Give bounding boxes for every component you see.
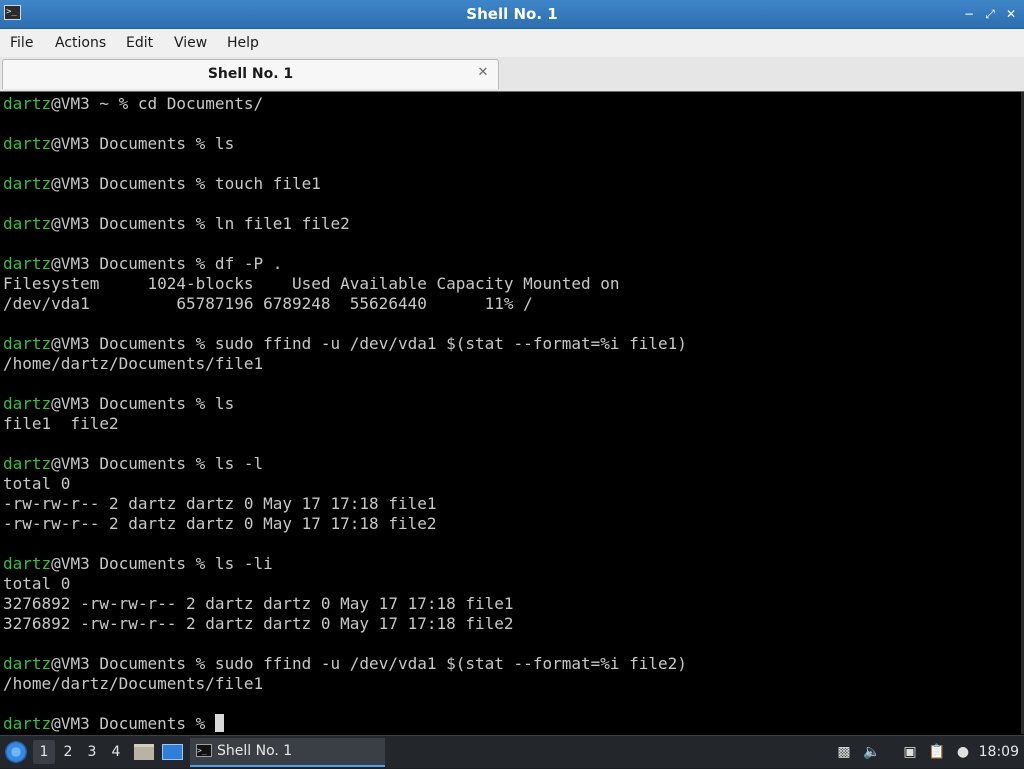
- workspace-3[interactable]: 3: [81, 740, 103, 764]
- prompt-line: dartz@VM3 Documents % sudo ffind -u /dev…: [3, 654, 687, 674]
- prompt-line: dartz@VM3 Documents % touch file1: [3, 174, 687, 194]
- prompt-username: dartz: [3, 554, 52, 573]
- tab-label: Shell No. 1: [207, 66, 294, 82]
- prompt-username: dartz: [3, 454, 52, 473]
- notification-icon[interactable]: ●: [954, 743, 972, 761]
- output-line: /dev/vda1 65787196 6789248 55626440 11% …: [3, 294, 533, 313]
- minimize-icon[interactable]: −: [961, 6, 977, 22]
- prompt-username: dartz: [3, 654, 52, 673]
- network-icon[interactable]: ▣: [901, 743, 919, 761]
- menu-edit[interactable]: Edit: [126, 29, 153, 57]
- terminal-icon: >_: [196, 744, 212, 757]
- workspace-2[interactable]: 2: [57, 740, 79, 764]
- menu-view[interactable]: View: [174, 29, 207, 57]
- tab-shell-1[interactable]: Shell No. 1 ✕: [2, 59, 499, 89]
- prompt-username: dartz: [3, 254, 52, 273]
- command-text: @VM3 Documents %: [51, 714, 215, 733]
- workspace-1[interactable]: 1: [33, 740, 55, 764]
- command-text: @VM3 Documents % ls -l: [51, 454, 264, 473]
- command-text: @VM3 Documents % touch file1: [51, 174, 321, 193]
- task-shell-1[interactable]: >_ Shell No. 1: [190, 738, 385, 767]
- window-title: Shell No. 1: [466, 5, 558, 23]
- output-line: total 0: [3, 474, 71, 493]
- prompt-line: dartz@VM3 Documents % df -P .: [3, 254, 687, 274]
- volume-icon[interactable]: 🔈: [863, 743, 881, 761]
- tab-close-icon[interactable]: ✕: [476, 66, 490, 80]
- prompt-line: dartz@VM3 Documents % ls -li: [3, 554, 687, 574]
- command-text: @VM3 Documents % df -P .: [51, 254, 283, 273]
- prompt-username: dartz: [3, 714, 52, 733]
- show-desktop-icon[interactable]: [162, 744, 183, 760]
- prompt-line: dartz@VM3 Documents %: [3, 714, 687, 734]
- menu-actions[interactable]: Actions: [55, 29, 106, 57]
- prompt-line: dartz@VM3 Documents % ls: [3, 134, 687, 154]
- file-manager-icon[interactable]: [134, 744, 154, 760]
- prompt-line: dartz@VM3 Documents % ls: [3, 394, 687, 414]
- terminal-window: >_ Shell No. 1 − ⤢ ✕ File Actions Edit V…: [0, 0, 1024, 735]
- command-text: @VM3 Documents % ln file1 file2: [51, 214, 350, 233]
- prompt-line: dartz@VM3 Documents % ln file1 file2: [3, 214, 687, 234]
- command-text: @VM3 Documents % ls: [51, 134, 235, 153]
- output-line: 3276892 -rw-rw-r-- 2 dartz dartz 0 May 1…: [3, 594, 514, 613]
- clock[interactable]: 18:09: [979, 736, 1019, 769]
- terminal-text: dartz@VM3 ~ % cd Documents/dartz@VM3 Doc…: [3, 94, 687, 734]
- output-line: /home/dartz/Documents/file1: [3, 674, 264, 693]
- output-line: /home/dartz/Documents/file1: [3, 354, 264, 373]
- command-text: @VM3 ~ % cd Documents/: [51, 94, 264, 113]
- taskbar: 1 2 3 4 >_ Shell No. 1 ▩ 🔈 ▣ 📋 ● 18:09: [0, 735, 1024, 768]
- terminal-cursor: [214, 714, 224, 732]
- prompt-username: dartz: [3, 134, 52, 153]
- command-text: @VM3 Documents % sudo ffind -u /dev/vda1…: [51, 334, 687, 353]
- tab-bar: Shell No. 1 ✕: [0, 57, 1024, 91]
- output-line: Filesystem 1024-blocks Used Available Ca…: [3, 274, 620, 293]
- menu-bar: File Actions Edit View Help: [0, 29, 1024, 57]
- workspace-4[interactable]: 4: [105, 740, 127, 764]
- title-bar[interactable]: >_ Shell No. 1 − ⤢ ✕: [0, 0, 1024, 29]
- prompt-username: dartz: [3, 394, 52, 413]
- output-line: 3276892 -rw-rw-r-- 2 dartz dartz 0 May 1…: [3, 614, 514, 633]
- menu-file[interactable]: File: [10, 29, 33, 57]
- output-line: -rw-rw-r-- 2 dartz dartz 0 May 17 17:18 …: [3, 494, 437, 513]
- command-text: @VM3 Documents % sudo ffind -u /dev/vda1…: [51, 654, 687, 673]
- prompt-line: dartz@VM3 ~ % cd Documents/: [3, 94, 687, 114]
- terminal-output[interactable]: dartz@VM3 ~ % cd Documents/dartz@VM3 Doc…: [0, 91, 1024, 735]
- start-menu-icon[interactable]: [5, 741, 27, 763]
- command-text: @VM3 Documents % ls -li: [51, 554, 273, 573]
- prompt-line: dartz@VM3 Documents % sudo ffind -u /dev…: [3, 334, 687, 354]
- output-line: file1 file2: [3, 414, 119, 433]
- trash-icon[interactable]: ▩: [835, 743, 853, 761]
- command-text: @VM3 Documents % ls: [51, 394, 235, 413]
- task-label: Shell No. 1: [217, 743, 293, 759]
- close-icon[interactable]: ✕: [1003, 6, 1019, 22]
- prompt-username: dartz: [3, 334, 52, 353]
- prompt-line: dartz@VM3 Documents % ls -l: [3, 454, 687, 474]
- prompt-username: dartz: [3, 174, 52, 193]
- maximize-icon[interactable]: ⤢: [982, 6, 998, 22]
- prompt-username: dartz: [3, 94, 52, 113]
- output-line: -rw-rw-r-- 2 dartz dartz 0 May 17 17:18 …: [3, 514, 437, 533]
- prompt-username: dartz: [3, 214, 52, 233]
- output-line: total 0: [3, 574, 71, 593]
- menu-help[interactable]: Help: [227, 29, 259, 57]
- clipboard-icon[interactable]: 📋: [928, 743, 946, 761]
